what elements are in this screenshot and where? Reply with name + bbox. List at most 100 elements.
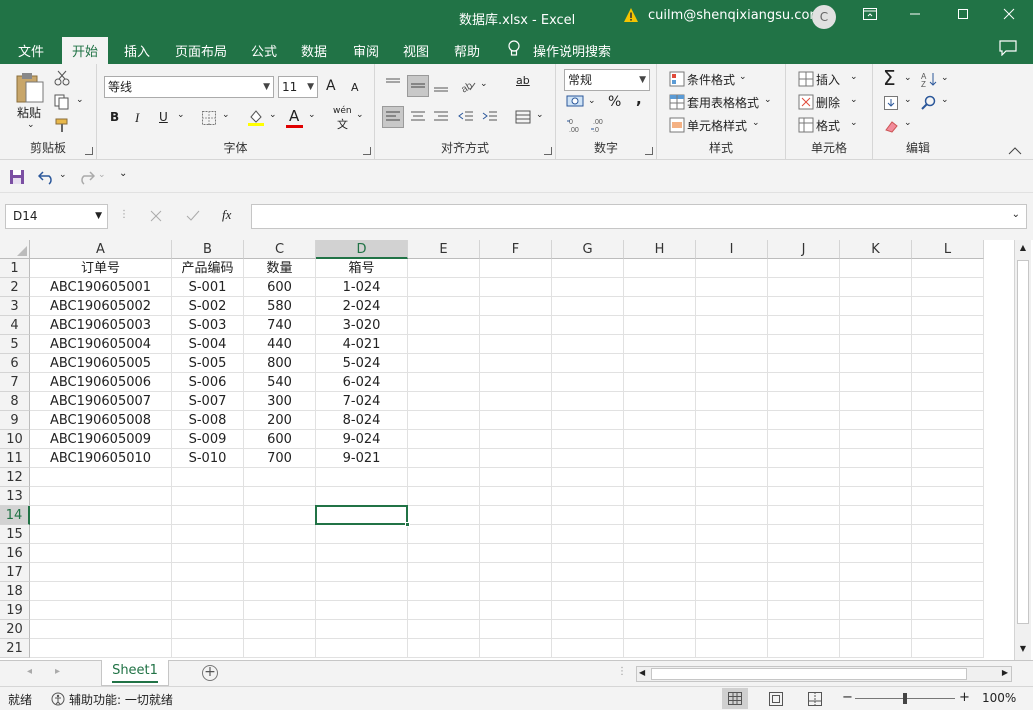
column-header-d[interactable]: D	[316, 240, 408, 259]
cell-c21[interactable]	[244, 639, 316, 658]
cell-e15[interactable]	[408, 525, 480, 544]
cell-c6[interactable]: 800	[244, 354, 316, 373]
cell-g3[interactable]	[552, 297, 624, 316]
cell-h16[interactable]	[624, 544, 696, 563]
cut-icon[interactable]	[54, 70, 70, 86]
cell-h15[interactable]	[624, 525, 696, 544]
borders-dropdown-icon[interactable]: ⌄	[222, 110, 230, 120]
cell-a13[interactable]	[30, 487, 172, 506]
cell-k17[interactable]	[840, 563, 912, 582]
cancel-entry-icon[interactable]	[150, 210, 162, 222]
paste-button[interactable]: 粘贴	[17, 104, 41, 121]
cell-b3[interactable]: S-002	[172, 297, 244, 316]
cell-b7[interactable]: S-006	[172, 373, 244, 392]
scroll-up-icon[interactable]: ▲	[1015, 243, 1031, 257]
scroll-left-icon[interactable]: ◀	[639, 668, 645, 677]
cell-e9[interactable]	[408, 411, 480, 430]
cell-e8[interactable]	[408, 392, 480, 411]
column-header-e[interactable]: E	[408, 240, 480, 259]
cell-c9[interactable]: 200	[244, 411, 316, 430]
sort-dropdown-icon[interactable]: ⌄	[941, 73, 949, 83]
cell-l6[interactable]	[912, 354, 984, 373]
cell-d7[interactable]: 6-024	[316, 373, 408, 392]
cell-a20[interactable]	[30, 620, 172, 639]
normal-view-button[interactable]	[722, 688, 748, 709]
tab-home[interactable]: 开始	[62, 37, 109, 64]
cell-i6[interactable]	[696, 354, 768, 373]
orientation-icon[interactable]: ab	[459, 77, 477, 93]
cell-l16[interactable]	[912, 544, 984, 563]
cell-a11[interactable]: ABC190605010	[30, 449, 172, 468]
horizontal-scroll-thumb[interactable]	[651, 668, 967, 680]
cell-l13[interactable]	[912, 487, 984, 506]
column-header-c[interactable]: C	[244, 240, 316, 259]
cell-i19[interactable]	[696, 601, 768, 620]
cell-a19[interactable]	[30, 601, 172, 620]
cell-i3[interactable]	[696, 297, 768, 316]
format-painter-icon[interactable]	[54, 118, 70, 134]
cell-i1[interactable]	[696, 259, 768, 278]
fill-dropdown-icon[interactable]: ⌄	[904, 95, 912, 105]
redo-dropdown-icon[interactable]: ⌄	[98, 170, 106, 180]
cell-d3[interactable]: 2-024	[316, 297, 408, 316]
cell-l1[interactable]	[912, 259, 984, 278]
page-layout-view-icon[interactable]	[769, 692, 783, 706]
cell-a4[interactable]: ABC190605003	[30, 316, 172, 335]
cell-i15[interactable]	[696, 525, 768, 544]
cell-h1[interactable]	[624, 259, 696, 278]
cell-h10[interactable]	[624, 430, 696, 449]
cell-j6[interactable]	[768, 354, 840, 373]
cell-h14[interactable]	[624, 506, 696, 525]
paste-icon[interactable]	[14, 70, 46, 104]
cell-d9[interactable]: 8-024	[316, 411, 408, 430]
align-center-icon[interactable]	[410, 110, 426, 124]
format-dropdown-icon[interactable]: ⌄	[850, 118, 858, 128]
number-dialog-launcher-icon[interactable]	[645, 147, 653, 155]
cell-b11[interactable]: S-010	[172, 449, 244, 468]
cell-k5[interactable]	[840, 335, 912, 354]
decrease-decimal-icon[interactable]: .00.0	[590, 117, 610, 133]
font-size-select[interactable]: 11 ▼	[278, 76, 318, 98]
cell-c13[interactable]	[244, 487, 316, 506]
cell-d18[interactable]	[316, 582, 408, 601]
cell-j16[interactable]	[768, 544, 840, 563]
column-header-f[interactable]: F	[480, 240, 552, 259]
tell-me-search[interactable]: 操作说明搜索	[533, 41, 611, 60]
cell-k9[interactable]	[840, 411, 912, 430]
cell-k21[interactable]	[840, 639, 912, 658]
cell-f1[interactable]	[480, 259, 552, 278]
cell-f3[interactable]	[480, 297, 552, 316]
clipboard-dialog-launcher-icon[interactable]	[85, 147, 93, 155]
cell-h12[interactable]	[624, 468, 696, 487]
format-cells-button[interactable]: 格式	[816, 117, 840, 134]
cell-j17[interactable]	[768, 563, 840, 582]
cell-k11[interactable]	[840, 449, 912, 468]
cell-i16[interactable]	[696, 544, 768, 563]
cell-g18[interactable]	[552, 582, 624, 601]
cell-f13[interactable]	[480, 487, 552, 506]
ribbon-display-options-icon[interactable]	[859, 6, 881, 28]
expand-formula-bar-icon[interactable]: ⌄	[1012, 209, 1020, 220]
cell-h19[interactable]	[624, 601, 696, 620]
cell-h18[interactable]	[624, 582, 696, 601]
cell-k16[interactable]	[840, 544, 912, 563]
close-icon[interactable]	[998, 6, 1020, 28]
cell-b21[interactable]	[172, 639, 244, 658]
cell-g14[interactable]	[552, 506, 624, 525]
cell-d12[interactable]	[316, 468, 408, 487]
user-avatar[interactable]: C	[812, 5, 836, 29]
customize-toolbar-icon[interactable]: ⌄	[119, 168, 127, 179]
cell-h9[interactable]	[624, 411, 696, 430]
cell-a7[interactable]: ABC190605006	[30, 373, 172, 392]
cell-i4[interactable]	[696, 316, 768, 335]
cell-b10[interactable]: S-009	[172, 430, 244, 449]
align-right-icon[interactable]	[433, 110, 449, 124]
redo-icon[interactable]	[77, 169, 95, 185]
cell-e7[interactable]	[408, 373, 480, 392]
cell-c4[interactable]: 740	[244, 316, 316, 335]
cell-a5[interactable]: ABC190605004	[30, 335, 172, 354]
cell-g21[interactable]	[552, 639, 624, 658]
row-header-12[interactable]: 12	[0, 468, 30, 487]
cell-d16[interactable]	[316, 544, 408, 563]
cell-a16[interactable]	[30, 544, 172, 563]
